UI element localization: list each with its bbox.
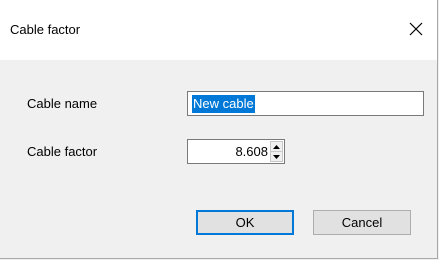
chevron-down-icon [273,154,280,159]
spin-down-button[interactable] [270,152,283,162]
window-title: Cable factor [10,22,81,37]
spin-up-button[interactable] [270,141,283,152]
cable-factor-label: Cable factor [27,144,98,159]
cable-factor-dialog: Cable factor Cable name New cable Cable … [0,0,438,259]
cable-name-input[interactable]: New cable [187,91,424,116]
chevron-up-icon [273,144,280,149]
spin-buttons [270,141,283,162]
cable-factor-spinbox[interactable]: 8.608 [187,139,285,164]
close-button[interactable] [401,14,431,44]
close-icon [409,22,423,36]
cable-name-label: Cable name [27,96,98,111]
ok-button[interactable]: OK [196,210,294,235]
cable-name-value: New cable [192,94,255,113]
cable-factor-value: 8.608 [235,144,268,159]
title-bar: Cable factor [0,0,437,60]
cancel-button[interactable]: Cancel [313,210,411,235]
